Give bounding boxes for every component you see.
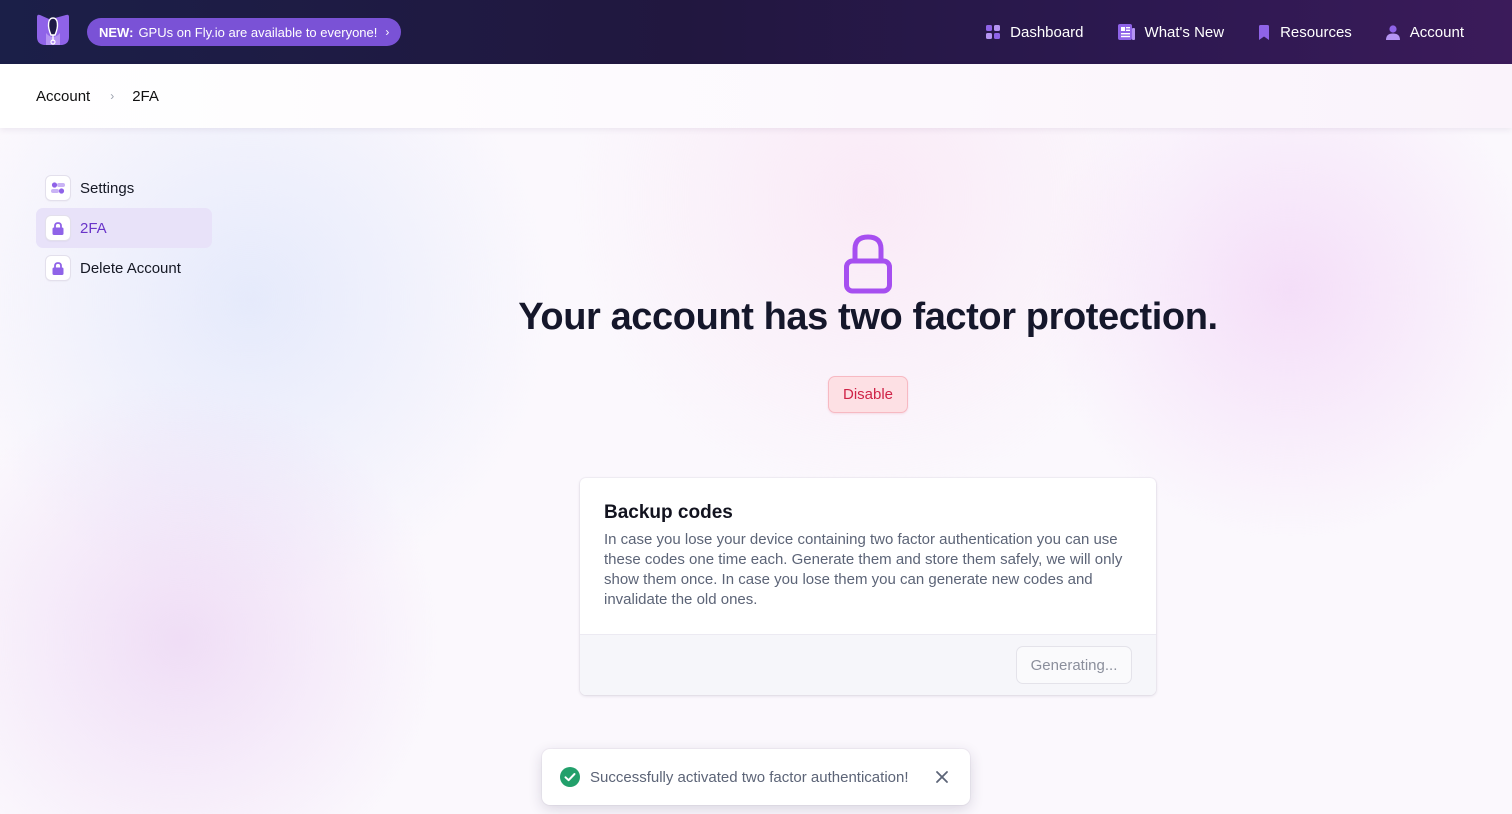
nav-account-label: Account [1409, 23, 1464, 41]
chevron-right-icon: › [110, 89, 115, 103]
account-sidebar: Settings 2FA Delete Account [36, 168, 212, 288]
sidebar-item-label: Settings [80, 179, 135, 197]
close-icon[interactable] [934, 769, 950, 785]
breadcrumb: Account › 2FA [0, 64, 1512, 128]
generate-codes-button[interactable]: Generating... [1016, 646, 1132, 684]
nav-resources-label: Resources [1280, 23, 1352, 41]
sidebar-item-label: Delete Account [80, 259, 181, 277]
top-navbar: NEW: GPUs on Fly.io are available to eve… [0, 0, 1512, 64]
page-title: Your account has two factor protection. [518, 296, 1218, 338]
backup-codes-title: Backup codes [604, 502, 733, 523]
main-nav: Dashboard What's New Resources Account [952, 0, 1464, 64]
success-toast: Successfully activated two factor authen… [542, 749, 970, 805]
nav-account[interactable]: Account [1385, 23, 1464, 41]
promo-banner[interactable]: NEW: GPUs on Fly.io are available to eve… [87, 18, 402, 46]
nav-resources[interactable]: Resources [1258, 24, 1352, 41]
nav-dashboard-label: Dashboard [1010, 23, 1084, 41]
fly-logo-icon[interactable] [34, 13, 72, 49]
lock-icon [844, 234, 892, 294]
toast-message: Successfully activated two factor authen… [590, 768, 909, 786]
settings-toggle-icon [45, 175, 71, 201]
lock-icon [45, 255, 71, 281]
sidebar-item-delete-account[interactable]: Delete Account [36, 248, 212, 288]
backup-codes-description: In case you lose your device containing … [604, 531, 1123, 608]
sidebar-item-2fa[interactable]: 2FA [36, 208, 212, 248]
nav-whats-new-label: What's New [1144, 23, 1225, 41]
lock-icon [45, 215, 71, 241]
dashboard-grid-icon [986, 25, 1001, 39]
disable-2fa-button[interactable]: Disable [828, 376, 908, 413]
check-circle-icon [560, 767, 580, 787]
card-footer: Generating... [580, 634, 1156, 695]
bookmark-icon [1259, 24, 1270, 40]
breadcrumb-item-account[interactable]: Account [36, 88, 90, 105]
breadcrumb-item-2fa[interactable]: 2FA [132, 88, 159, 105]
nav-whats-new[interactable]: What's New [1117, 23, 1225, 41]
sidebar-item-settings[interactable]: Settings [36, 168, 212, 208]
user-icon [1385, 24, 1400, 40]
nav-dashboard[interactable]: Dashboard [986, 23, 1084, 41]
chevron-right-icon: › [385, 25, 390, 39]
sidebar-item-label: 2FA [80, 219, 107, 237]
backup-codes-card: Backup codes In case you lose your devic… [580, 478, 1156, 695]
promo-text: GPUs on Fly.io are available to everyone… [138, 24, 378, 40]
promo-tag: NEW: [99, 24, 134, 40]
newspaper-icon [1117, 24, 1135, 40]
